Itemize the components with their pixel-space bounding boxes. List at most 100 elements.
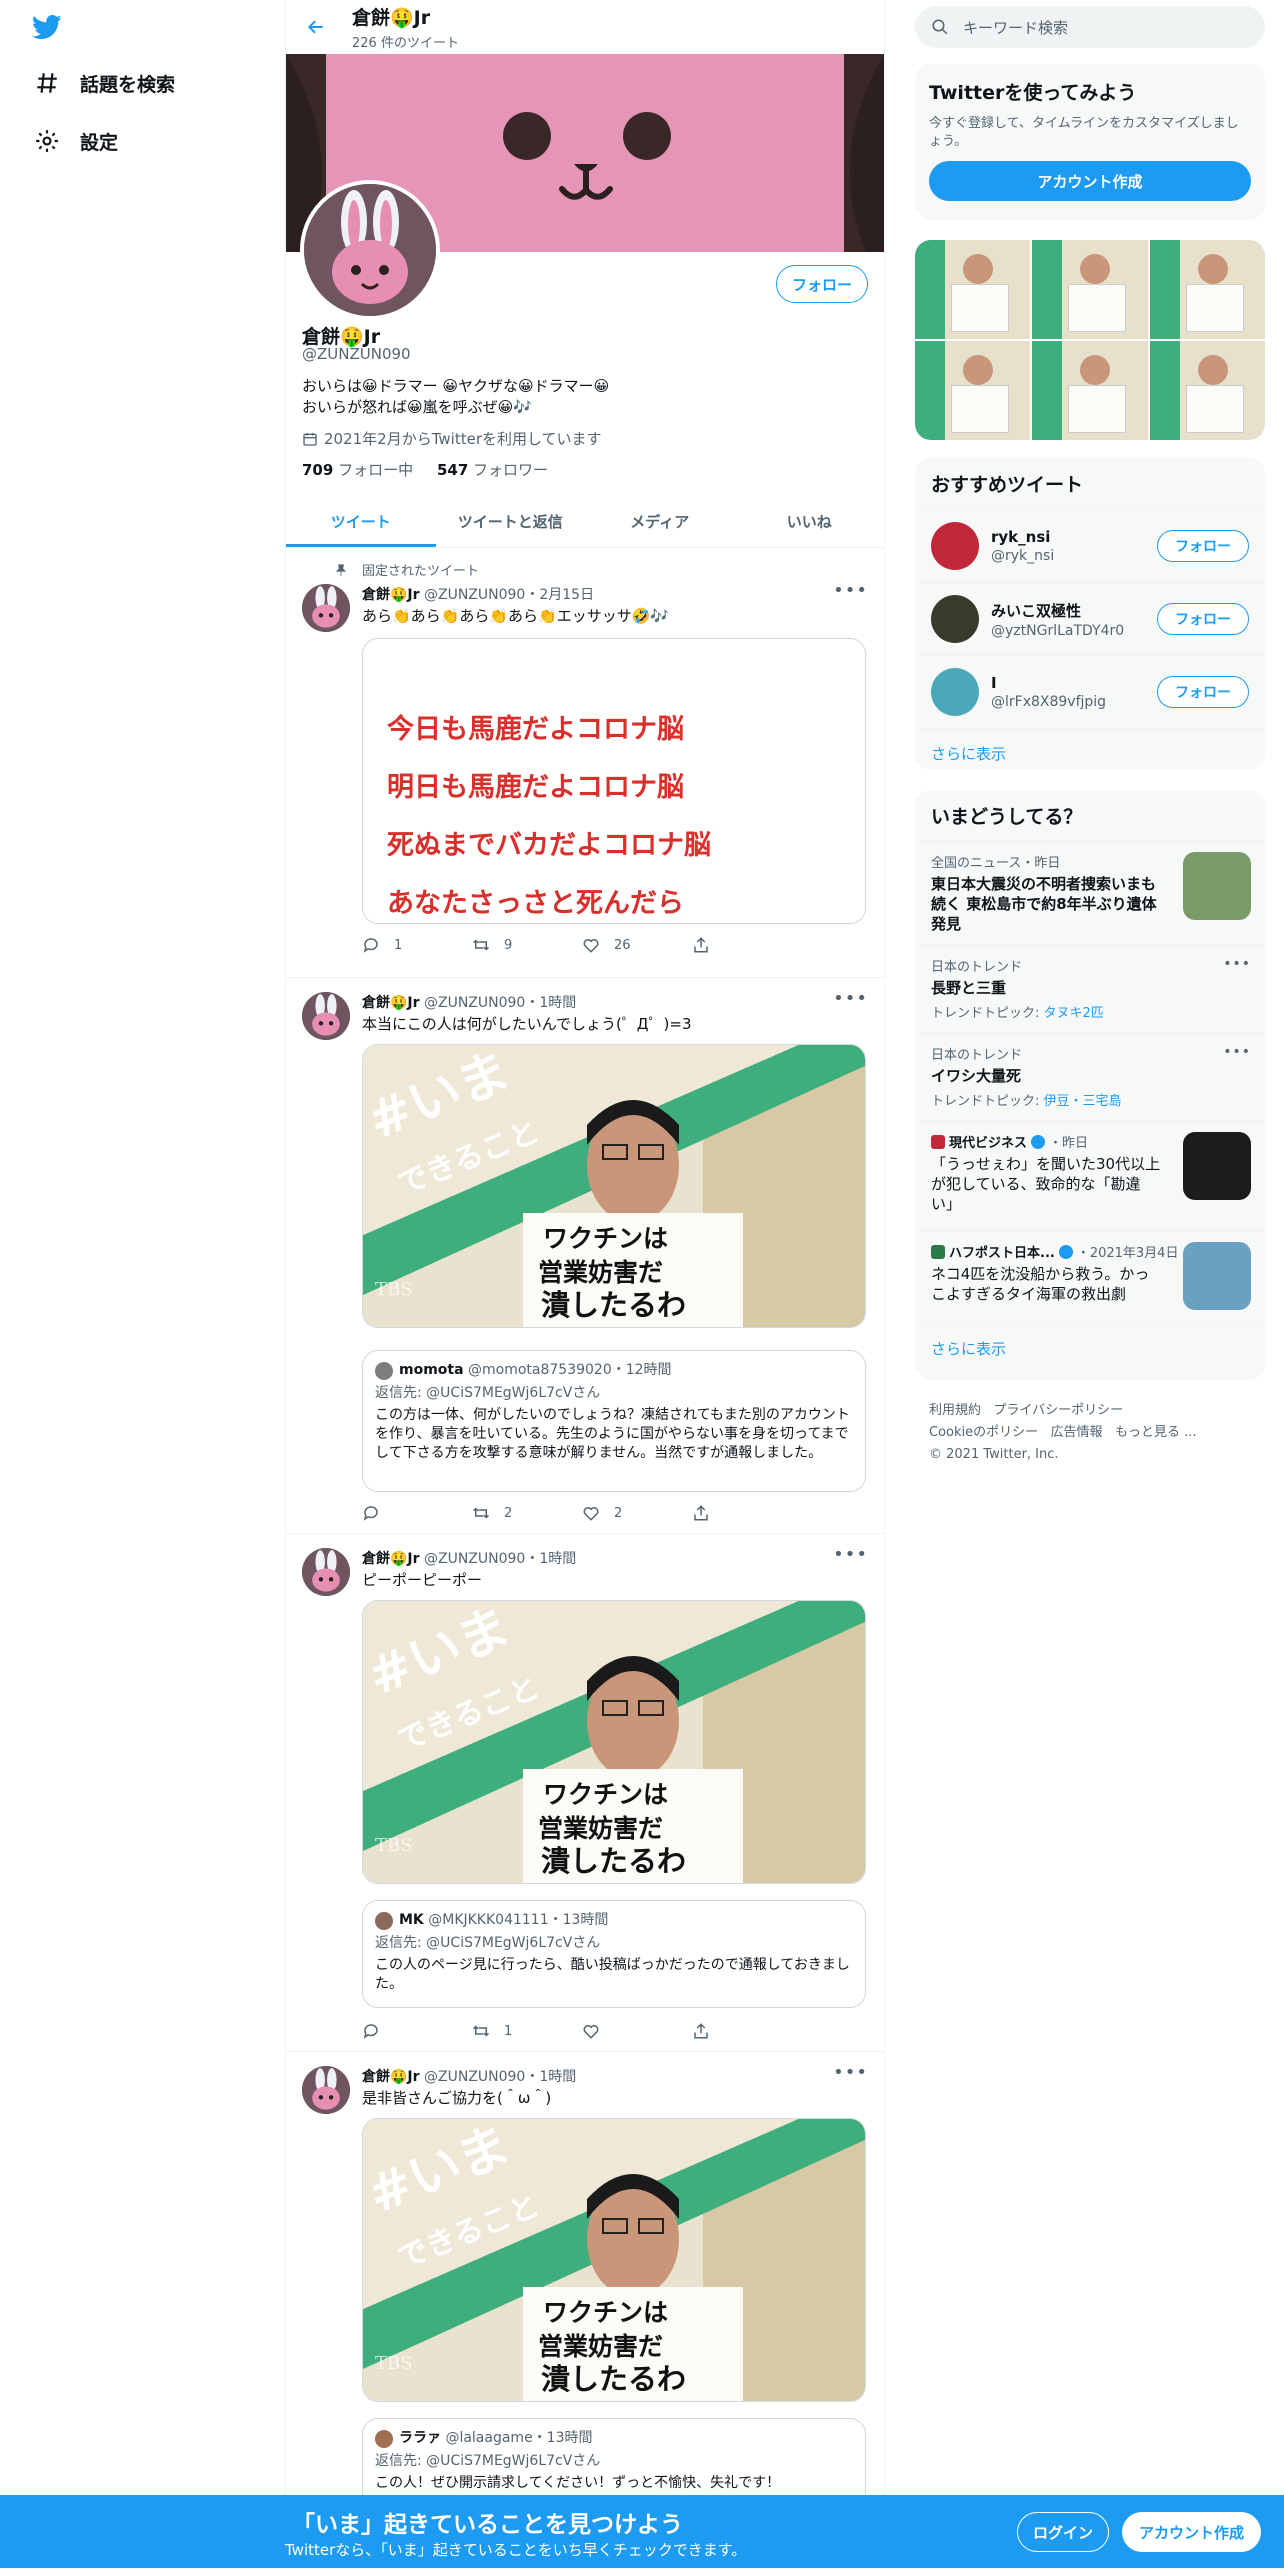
more-options-icon[interactable]: •••	[833, 2062, 868, 2083]
suggestion-item[interactable]: みいこ双極性 @yztNGrlLaTDY4r0 フォロー	[915, 582, 1265, 655]
footer-more-link[interactable]: もっと見る ...	[1115, 1425, 1197, 1440]
tweet-avatar[interactable]	[302, 2066, 350, 2114]
avatar[interactable]	[931, 522, 979, 570]
followers-link[interactable]: 547 フォロワー	[437, 461, 548, 479]
twitter-logo-icon[interactable]	[30, 12, 64, 42]
like-button[interactable]: 2	[582, 1504, 692, 1522]
like-count: 26	[614, 937, 631, 953]
show-more-link[interactable]: さらに表示	[915, 728, 1265, 770]
tweet-author[interactable]: 倉餅🤑Jr	[362, 2069, 420, 2085]
tweet-author[interactable]: 倉餅🤑Jr	[362, 587, 420, 603]
tweet-avatar[interactable]	[302, 584, 350, 632]
retweet-button[interactable]: 9	[472, 936, 582, 954]
more-options-icon[interactable]: •••	[1223, 956, 1251, 972]
retweet-icon	[472, 2025, 490, 2037]
suggestion-item[interactable]: I @lrFx8X89vfjpig フォロー	[915, 655, 1265, 728]
media-thumb[interactable]	[915, 240, 1031, 339]
tweet-image[interactable]: 今日も馬鹿だよコロナ脳 明日も馬鹿だよコロナ脳 死ぬまでバカだよコロナ脳 あなた…	[362, 638, 866, 924]
more-options-icon[interactable]: •••	[833, 580, 868, 601]
search-box[interactable]: キーワード検索	[915, 6, 1265, 48]
share-button[interactable]	[692, 2022, 802, 2040]
footer-ads-link[interactable]: 広告情報	[1051, 1425, 1103, 1440]
follow-button[interactable]: フォロー	[776, 265, 868, 303]
quote-meta: @lalaagame・13時間	[445, 2430, 593, 2446]
tab-likes[interactable]: いいね	[735, 496, 885, 547]
media-thumb[interactable]	[1032, 341, 1148, 440]
tweet-meta[interactable]: @ZUNZUN090・1時間	[424, 1551, 576, 1567]
login-button[interactable]: ログイン	[1017, 2512, 1109, 2552]
tab-tweets-replies[interactable]: ツイートと返信	[436, 496, 586, 547]
watermark-text: TBS	[375, 1835, 413, 1856]
avatar[interactable]	[931, 668, 979, 716]
tweet-image[interactable]: #いま できること ワクチンは 営業妨害だ 潰したるわ TBS	[362, 1600, 866, 1884]
tweet-author[interactable]: 倉餅🤑Jr	[362, 1551, 420, 1567]
retweet-button[interactable]: 1	[472, 2022, 582, 2040]
nav-settings[interactable]: 設定	[34, 121, 118, 161]
quoted-tweet[interactable]: MK @MKJKKK041111・13時間 返信先: @UCiS7MEgWj6L…	[362, 1900, 866, 2008]
tweet-meta[interactable]: @ZUNZUN090・1時間	[424, 2069, 576, 2085]
media-thumb[interactable]	[915, 341, 1031, 440]
follow-button[interactable]: フォロー	[1157, 676, 1249, 708]
tweet-meta[interactable]: @ZUNZUN090・2月15日	[424, 587, 594, 603]
trend-item[interactable]: 日本のトレンド 長野と三重 トレンドトピック: タヌキ2匹 •••	[915, 945, 1265, 1033]
trend-item[interactable]: 現代ビジネス ・昨日 「うっせぇわ」を聞いた30代以上が犯している、致命的な「勘違…	[915, 1121, 1265, 1231]
show-more-link[interactable]: さらに表示	[915, 1323, 1265, 1373]
trend-item[interactable]: ハフポスト日本... ・2021年3月4日 ネコ4匹を沈没船から救う。かっこよすぎ…	[915, 1231, 1265, 1323]
trend-item[interactable]: 日本のトレンド イワシ大量死 トレンドトピック: 伊豆・三宅島 •••	[915, 1033, 1265, 1121]
more-options-icon[interactable]: •••	[1223, 1044, 1251, 1060]
signup-button[interactable]: アカウント作成	[1122, 2512, 1261, 2552]
media-thumb[interactable]	[1032, 240, 1148, 339]
follow-button[interactable]: フォロー	[1157, 530, 1249, 562]
signup-card-button[interactable]: アカウント作成	[929, 161, 1251, 201]
image-text-line: 明日も馬鹿だよコロナ脳	[387, 772, 684, 803]
suggestion-item[interactable]: ryk_nsi @ryk_nsi フォロー	[915, 509, 1265, 582]
trend-item[interactable]: 全国のニュース・昨日 東日本大震災の不明者捜索いまも続く 東松島市で約8年半ぶり…	[915, 841, 1265, 945]
tweet[interactable]: 倉餅🤑Jr @ZUNZUN090・1時間 ••• 本当にこの人は何がしたいんでし…	[286, 978, 884, 1534]
reply-button[interactable]: 1	[362, 936, 472, 954]
profile-avatar[interactable]	[300, 180, 440, 320]
tweet-image[interactable]: #いま できること ワクチンは 営業妨害だ 潰したるわ TBS	[362, 1044, 866, 1328]
tab-media[interactable]: メディア	[585, 496, 735, 547]
share-button[interactable]	[692, 936, 802, 954]
like-button[interactable]	[582, 2022, 692, 2040]
tweet-image[interactable]: #いま できること ワクチンは 営業妨害だ 潰したるわ TBS	[362, 2118, 866, 2402]
tweet[interactable]: 倉餅🤑Jr @ZUNZUN090・1時間 ••• ピーポーピーポー #いま でき…	[286, 1534, 884, 2052]
footer-cookie-link[interactable]: Cookieのポリシー	[929, 1425, 1038, 1440]
tweet-header: 倉餅🤑Jr @ZUNZUN090・1時間	[362, 992, 576, 1012]
profile-bio: おいらは😀ドラマー 😀ヤクザな😀ドラマー😀 おいらが怒れば😀嵐を呼ぶぜ😀🎶	[302, 376, 862, 418]
share-button[interactable]	[692, 1504, 802, 1522]
more-options-icon[interactable]: •••	[833, 988, 868, 1009]
retweet-button[interactable]: 2	[472, 1504, 582, 1522]
media-thumb[interactable]	[1149, 341, 1265, 440]
tweet-avatar[interactable]	[302, 992, 350, 1040]
like-button[interactable]: 26	[582, 936, 692, 954]
trend-topic-link[interactable]: 伊豆・三宅島	[1044, 1094, 1122, 1109]
tab-tweets[interactable]: ツイート	[286, 496, 436, 547]
tweet-meta[interactable]: @ZUNZUN090・1時間	[424, 995, 576, 1011]
recommend-card: おすすめツイート ryk_nsi @ryk_nsi フォロー みいこ双極性 @yzt…	[915, 458, 1265, 770]
retweet-icon	[472, 1507, 490, 1519]
quote-author: ララァ	[399, 2430, 441, 2446]
trend-topic-link[interactable]: タヌキ2匹	[1044, 1006, 1104, 1021]
avatar[interactable]	[931, 595, 979, 643]
watermark-text: TBS	[375, 1279, 413, 1300]
following-link[interactable]: 709 フォロー中	[302, 461, 413, 479]
reply-button[interactable]	[362, 2022, 472, 2040]
retweet-count: 1	[504, 2023, 513, 2039]
quoted-tweet[interactable]: momota @momota87539020・12時間 返信先: @UCiS7M…	[362, 1350, 866, 1492]
follow-button[interactable]: フォロー	[1157, 603, 1249, 635]
more-options-icon[interactable]: •••	[833, 1544, 868, 1565]
tweet-author[interactable]: 倉餅🤑Jr	[362, 995, 420, 1011]
tweet-header: 倉餅🤑Jr @ZUNZUN090・2月15日	[362, 584, 594, 604]
media-thumb[interactable]	[1149, 240, 1265, 339]
tweet[interactable]: 固定されたツイート 倉餅🤑Jr @ZUNZUN090・2月15日 ••• あら👏…	[286, 548, 884, 978]
tweet[interactable]: 倉餅🤑Jr @ZUNZUN090・1時間 ••• 是非皆さんご協力を(＾ω＾) …	[286, 2052, 884, 2508]
reply-button[interactable]	[362, 1504, 472, 1522]
footer-terms-link[interactable]: 利用規約	[929, 1403, 981, 1418]
footer-privacy-link[interactable]: プライバシーポリシー	[993, 1403, 1123, 1418]
sign-line: 潰したるわ	[541, 1844, 686, 1878]
nav-explore[interactable]: 話題を検索	[34, 63, 175, 103]
tweet-avatar[interactable]	[302, 1548, 350, 1596]
back-button[interactable]	[296, 7, 336, 47]
image-text-line: 今日も馬鹿だよコロナ脳	[387, 714, 684, 745]
